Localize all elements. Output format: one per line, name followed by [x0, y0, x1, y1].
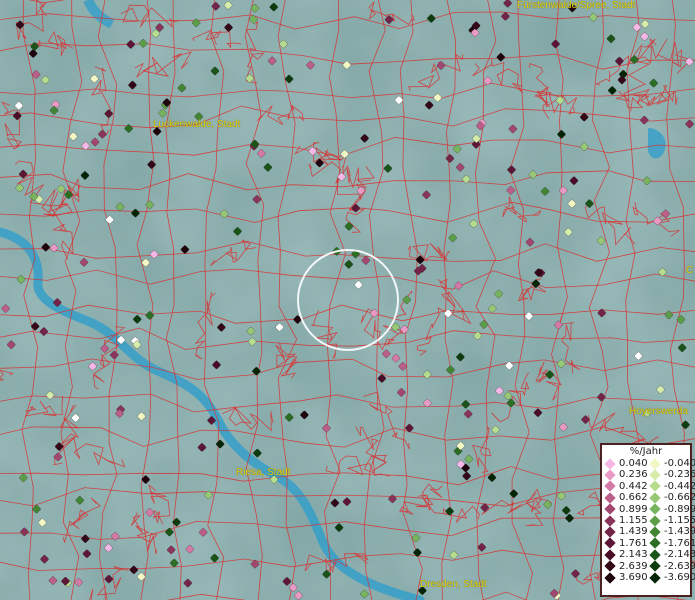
legend-value: 0.899 [619, 503, 648, 515]
legend-value: 1.439 [619, 526, 648, 538]
legend-swatch-icon [604, 537, 616, 550]
legend-value: -1.761 [664, 537, 695, 549]
legend-swatch-icon [649, 458, 661, 470]
legend-entry-negative: -3.690 [647, 571, 695, 584]
legend-value: -1.155 [664, 514, 695, 526]
city-label-luckenwalde: Luckenwalde, Stadt [153, 119, 241, 130]
legend-swatch-icon [649, 469, 661, 481]
legend-entry-positive: 2.143 [602, 549, 648, 561]
legend-entry-negative: -0.040 [647, 458, 695, 470]
legend-swatch-icon [649, 560, 661, 572]
legend-value: -2.143 [664, 549, 695, 561]
legend-entry-negative: -0.899 [647, 503, 695, 515]
legend-swatch-icon [604, 526, 616, 538]
legend-swatch-icon [604, 492, 616, 504]
city-label-riesa: Riesa, Stadt [236, 467, 291, 478]
legend-row: 0.040 -0.040 [602, 458, 695, 470]
legend-entry-negative: -0.662 [647, 492, 695, 504]
legend-entry-positive: 0.236 [602, 469, 648, 481]
legend-row: 1.439 -1.439 [602, 526, 695, 538]
legend-value: -1.439 [664, 526, 695, 538]
legend-value: 1.155 [619, 514, 648, 526]
legend-entry-positive: 2.639 [602, 560, 648, 572]
legend-swatch-icon [604, 560, 616, 572]
legend-value: -0.442 [664, 480, 695, 492]
legend-entry-negative: -0.442 [647, 480, 695, 493]
legend-entry-negative: -2.143 [647, 549, 695, 561]
map-canvas[interactable] [0, 0, 695, 600]
legend-entry-positive: 1.761 [602, 537, 648, 550]
legend-swatch-icon [649, 480, 661, 493]
legend-value: -0.899 [664, 503, 695, 515]
city-label-dresden: Dresden, Stadt [420, 579, 487, 590]
legend-entry-positive: 1.439 [602, 526, 648, 538]
legend-swatch-icon [649, 514, 661, 527]
legend-entry-positive: 0.899 [602, 503, 648, 515]
legend-entry-positive: 0.662 [602, 492, 648, 504]
legend-entry-positive: 0.442 [602, 480, 648, 493]
legend-swatch-icon [649, 549, 661, 561]
legend-swatch-icon [604, 503, 616, 515]
legend-swatch-icon [649, 492, 661, 504]
legend-swatch-icon [604, 549, 616, 561]
legend-entry-positive: 0.040 [602, 458, 648, 470]
legend-entry-positive: 3.690 [602, 571, 648, 584]
legend-value: -2.639 [664, 560, 695, 572]
legend-value: -0.662 [664, 492, 695, 504]
legend-value: -3.690 [664, 571, 695, 583]
legend-value: 0.442 [619, 480, 648, 492]
legend-value: -0.236 [664, 469, 695, 481]
legend-swatch-icon [649, 537, 661, 550]
legend-row: 0.899 -0.899 [602, 503, 695, 515]
legend-row: 0.236 -0.236 [602, 469, 695, 481]
legend-entry-negative: -1.761 [647, 537, 695, 550]
legend-value: 2.143 [619, 549, 648, 561]
legend-row: 2.143 -2.143 [602, 549, 695, 561]
map-legend: %/Jahr 0.040 -0.040 0.236 -0.236 0.442 -0.442… [600, 443, 695, 597]
legend-entry-negative: -1.439 [647, 526, 695, 538]
legend-swatch-icon [604, 480, 616, 493]
legend-title: %/Jahr [629, 446, 663, 457]
legend-value: 0.040 [619, 458, 648, 469]
legend-row: 1.761 -1.761 [602, 537, 695, 550]
city-label-edge: C [686, 265, 694, 276]
legend-value: 0.236 [619, 469, 648, 481]
legend-swatch-icon [649, 503, 661, 515]
legend-swatch-icon [604, 514, 616, 527]
legend-swatch-icon [604, 571, 616, 584]
legend-swatch-icon [649, 526, 661, 538]
legend-entry-positive: 1.155 [602, 514, 648, 527]
legend-swatch-icon [604, 469, 616, 481]
legend-row: 2.639 -2.639 [602, 560, 695, 572]
legend-row: 0.442 -0.442 [602, 480, 695, 493]
city-label-fuerstenwalde: Fürstenwalde/Spree, Stadt [517, 0, 636, 11]
legend-swatch-icon [604, 458, 616, 470]
legend-row: 1.155 -1.155 [602, 514, 695, 527]
legend-entry-negative: -0.236 [647, 469, 695, 481]
legend-swatch-icon [649, 571, 661, 584]
legend-row: 3.690 -3.690 [602, 571, 695, 584]
legend-entry-negative: -1.155 [647, 514, 695, 527]
legend-value: 1.761 [619, 537, 648, 549]
legend-value: 3.690 [619, 571, 648, 583]
city-label-hoyerswerda: Hoyerswerda [629, 406, 688, 417]
legend-value: -0.040 [664, 458, 695, 469]
legend-value: 2.639 [619, 560, 648, 572]
legend-value: 0.662 [619, 492, 648, 504]
legend-entry-negative: -2.639 [647, 560, 695, 572]
legend-row: 0.662 -0.662 [602, 492, 695, 504]
